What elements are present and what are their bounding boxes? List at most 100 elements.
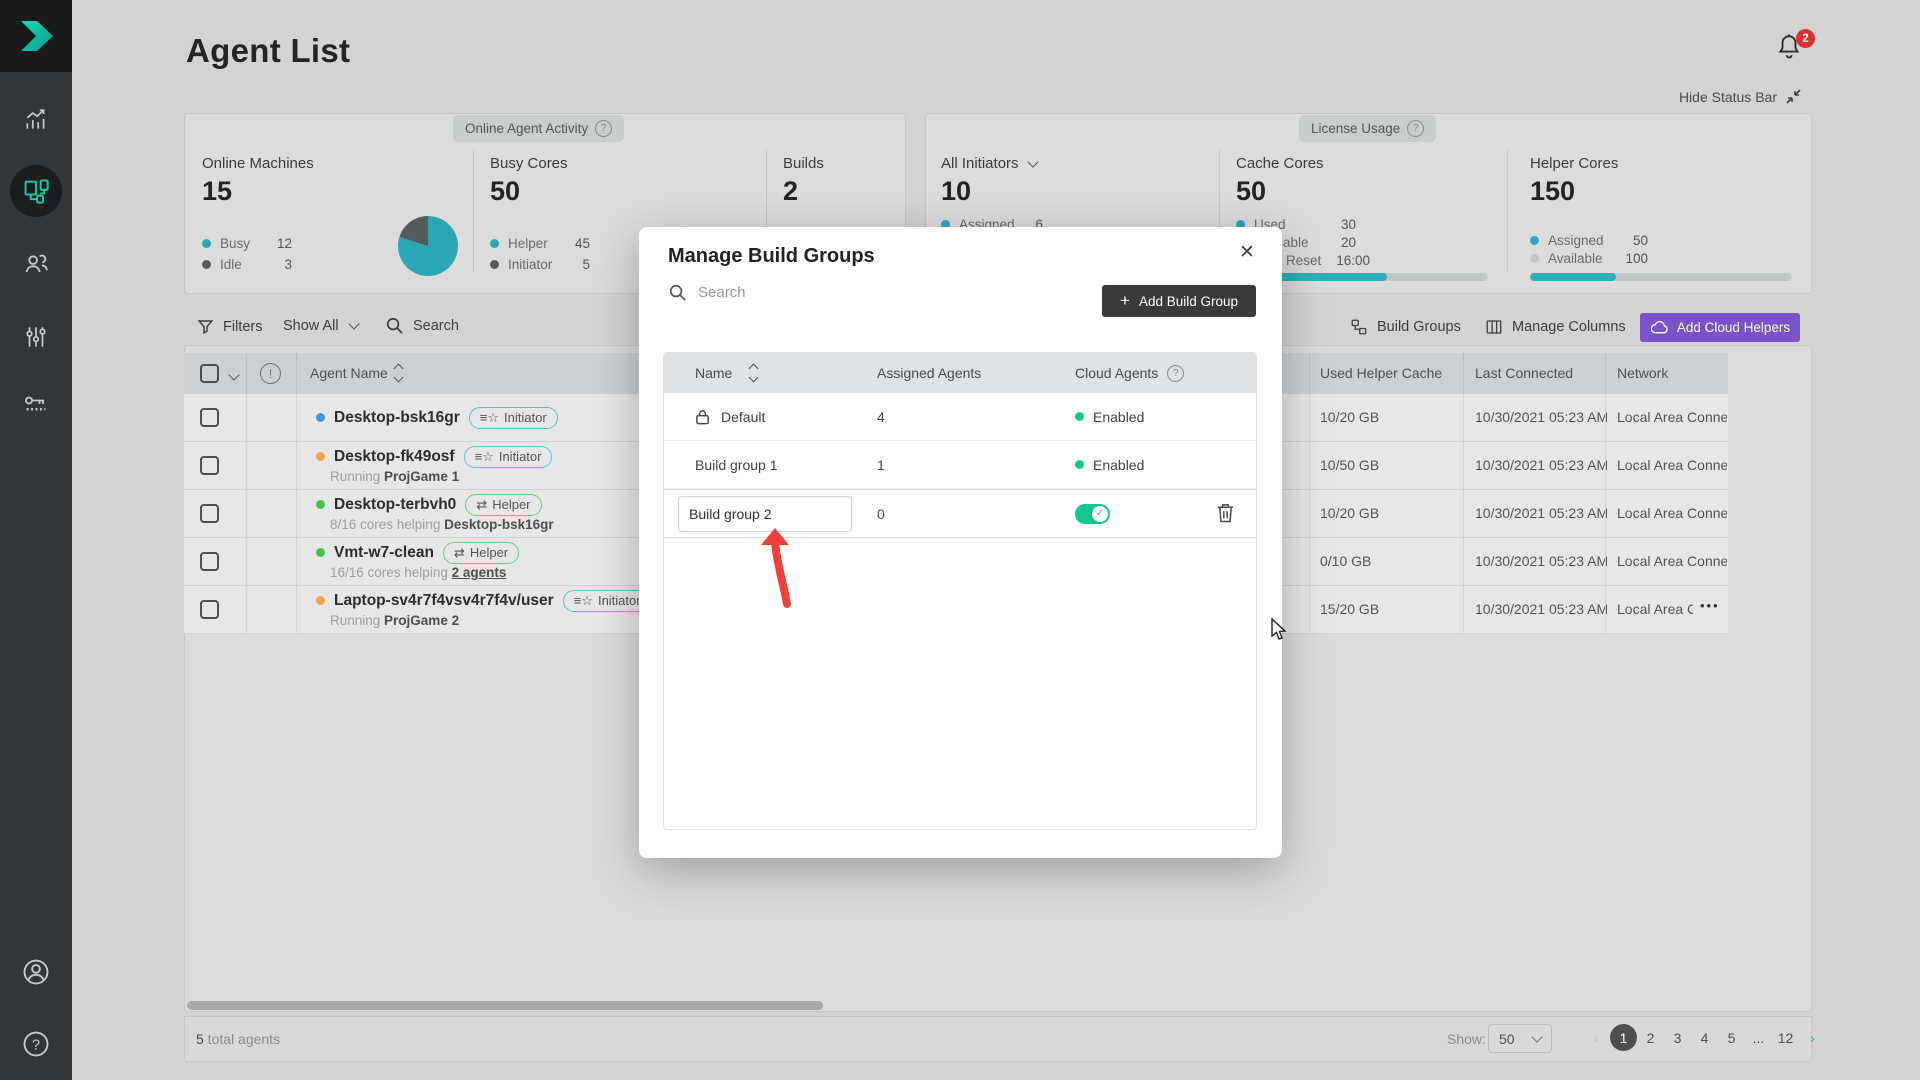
- row-checkbox[interactable]: [200, 504, 219, 523]
- add-build-group-button[interactable]: + Add Build Group: [1102, 285, 1256, 317]
- delete-build-group-button[interactable]: [1216, 502, 1235, 524]
- prev-page-button[interactable]: ‹: [1583, 1024, 1610, 1051]
- helper-badge-icon: ⇄: [454, 545, 465, 561]
- page-button-2[interactable]: 2: [1637, 1024, 1664, 1051]
- mouse-cursor-icon: [1268, 618, 1288, 644]
- select-all-checkbox[interactable]: [200, 364, 219, 383]
- sidebar-item-agents-active[interactable]: [10, 165, 62, 217]
- build-group-row-2-editing[interactable]: 0 ✓: [664, 489, 1256, 538]
- online-machines-value: 15: [202, 176, 232, 207]
- cloud-agents-toggle-on[interactable]: ✓: [1075, 504, 1110, 524]
- helper-badge: ⇄Helper: [443, 542, 519, 564]
- sidebar-item-dashboard[interactable]: [0, 94, 72, 146]
- sidebar-item-licenses[interactable]: [0, 378, 72, 430]
- enabled-dot: [1075, 460, 1084, 469]
- column-header-assigned-agents[interactable]: Assigned Agents: [877, 353, 981, 393]
- column-header-cloud-agents[interactable]: Cloud Agents ?: [1075, 353, 1184, 393]
- page-button-3[interactable]: 3: [1664, 1024, 1691, 1051]
- select-options-chevron[interactable]: [228, 368, 238, 386]
- app-logo[interactable]: [0, 0, 72, 72]
- build-group-row-default[interactable]: Default 4 Enabled: [664, 393, 1256, 441]
- used-helper-cache-cell: 0/10 GB: [1320, 553, 1371, 569]
- cloud-agents-status: Enabled: [1093, 409, 1144, 425]
- column-header-used-helper-cache[interactable]: Used Helper Cache: [1320, 365, 1442, 381]
- hide-status-bar-button[interactable]: Hide Status Bar: [1679, 88, 1802, 105]
- sidebar-item-profile[interactable]: [0, 946, 72, 998]
- page-button-12[interactable]: 12: [1772, 1024, 1799, 1051]
- agent-list-page: ? Agent List 2 Hide Status Bar Online Ag…: [0, 0, 1920, 1080]
- assigned-agents-value: 0: [877, 490, 885, 537]
- online-agent-activity-label: Online Agent Activity: [465, 121, 588, 136]
- column-header-last-connected[interactable]: Last Connected: [1475, 365, 1573, 381]
- all-initiators-dropdown[interactable]: All Initiators: [941, 155, 1037, 172]
- builds-label: Builds: [783, 155, 824, 172]
- tutorial-arrow: [758, 528, 804, 612]
- grid-line: [246, 394, 247, 634]
- build-groups-button[interactable]: Build Groups: [1350, 318, 1461, 336]
- license-usage-tab: License Usage ?: [1299, 115, 1436, 142]
- column-header-agent-name[interactable]: Agent Name: [310, 365, 402, 381]
- horizontal-scrollbar[interactable]: [187, 1001, 823, 1010]
- used-helper-cache-cell: 10/20 GB: [1320, 505, 1379, 521]
- card-divider: [1507, 150, 1508, 272]
- modal-search[interactable]: Search: [668, 283, 746, 302]
- network-cell: Local Area Connection: [1617, 409, 1727, 425]
- legend-helper: Helper 45: [490, 234, 590, 252]
- helper-cores-label: Helper Cores: [1530, 155, 1618, 172]
- search-button[interactable]: Search: [385, 316, 459, 335]
- column-header-name[interactable]: Name: [695, 353, 757, 393]
- build-groups-table-header: Name Assigned Agents Cloud Agents ?: [664, 353, 1256, 393]
- help-circle-icon[interactable]: ?: [1407, 120, 1424, 137]
- trash-icon: [1216, 502, 1235, 524]
- grid-line: [1309, 394, 1310, 634]
- enabled-dot: [1075, 412, 1084, 421]
- legend-hc-assigned: Assigned 50: [1530, 231, 1648, 249]
- last-connected-cell: 10/30/2021 05:23 AM: [1475, 553, 1608, 569]
- legend-reset: Reset 16:00: [1286, 251, 1370, 269]
- chevron-down-icon: [1027, 156, 1038, 167]
- add-cloud-helpers-button[interactable]: Add Cloud Helpers: [1640, 313, 1800, 342]
- alerts-column-icon[interactable]: !: [260, 363, 281, 384]
- cache-cores-label: Cache Cores: [1236, 155, 1324, 172]
- row-checkbox[interactable]: [200, 408, 219, 427]
- modal-close-button[interactable]: ✕: [1239, 241, 1255, 264]
- column-header-network[interactable]: Network: [1617, 365, 1668, 381]
- page-button-4[interactable]: 4: [1691, 1024, 1718, 1051]
- users-icon: [23, 250, 50, 277]
- next-page-button[interactable]: ›: [1799, 1024, 1826, 1051]
- help-icon: ?: [21, 1029, 51, 1059]
- used-helper-cache-cell: 10/50 GB: [1320, 457, 1379, 473]
- online-agent-activity-tab: Online Agent Activity ?: [453, 115, 624, 142]
- grid-line: [1463, 353, 1464, 394]
- all-initiators-value: 10: [941, 176, 971, 207]
- grid-line: [1605, 394, 1606, 634]
- build-group-name-input[interactable]: [678, 496, 852, 532]
- build-group-row-1[interactable]: Build group 1 1 Enabled: [664, 441, 1256, 489]
- help-circle-icon[interactable]: ?: [595, 120, 612, 137]
- filters-button[interactable]: Filters: [197, 318, 262, 335]
- manage-columns-button[interactable]: Manage Columns: [1485, 318, 1626, 336]
- row-checkbox[interactable]: [200, 600, 219, 619]
- row-checkbox[interactable]: [200, 456, 219, 475]
- show-all-dropdown[interactable]: Show All: [283, 318, 358, 334]
- legend-initiator: Initiator 5: [490, 255, 590, 273]
- page-size-select[interactable]: 50: [1488, 1024, 1552, 1053]
- row-checkbox[interactable]: [200, 552, 219, 571]
- lock-icon: [695, 409, 710, 425]
- page-button-1[interactable]: 1: [1610, 1024, 1637, 1051]
- grid-line: [246, 353, 247, 394]
- sidebar-item-settings[interactable]: [0, 311, 72, 363]
- legend-idle: Idle 3: [202, 255, 292, 273]
- used-helper-cache-cell: 15/20 GB: [1320, 601, 1379, 617]
- last-connected-cell: 10/30/2021 05:23 AM: [1475, 409, 1608, 425]
- online-machines-pie: [398, 216, 458, 276]
- sidebar-item-users[interactable]: [0, 237, 72, 289]
- manage-build-groups-modal: Manage Build Groups ✕ Search + Add Build…: [639, 227, 1282, 858]
- page-button-5[interactable]: 5: [1718, 1024, 1745, 1051]
- sidebar-item-help[interactable]: ?: [0, 1018, 72, 1070]
- row-more-button[interactable]: •••: [1700, 598, 1720, 613]
- notifications-button[interactable]: 2: [1776, 32, 1816, 68]
- online-machines-label: Online Machines: [202, 155, 314, 172]
- helper-badge: ⇄Helper: [465, 494, 541, 516]
- initiator-dot: [490, 260, 499, 269]
